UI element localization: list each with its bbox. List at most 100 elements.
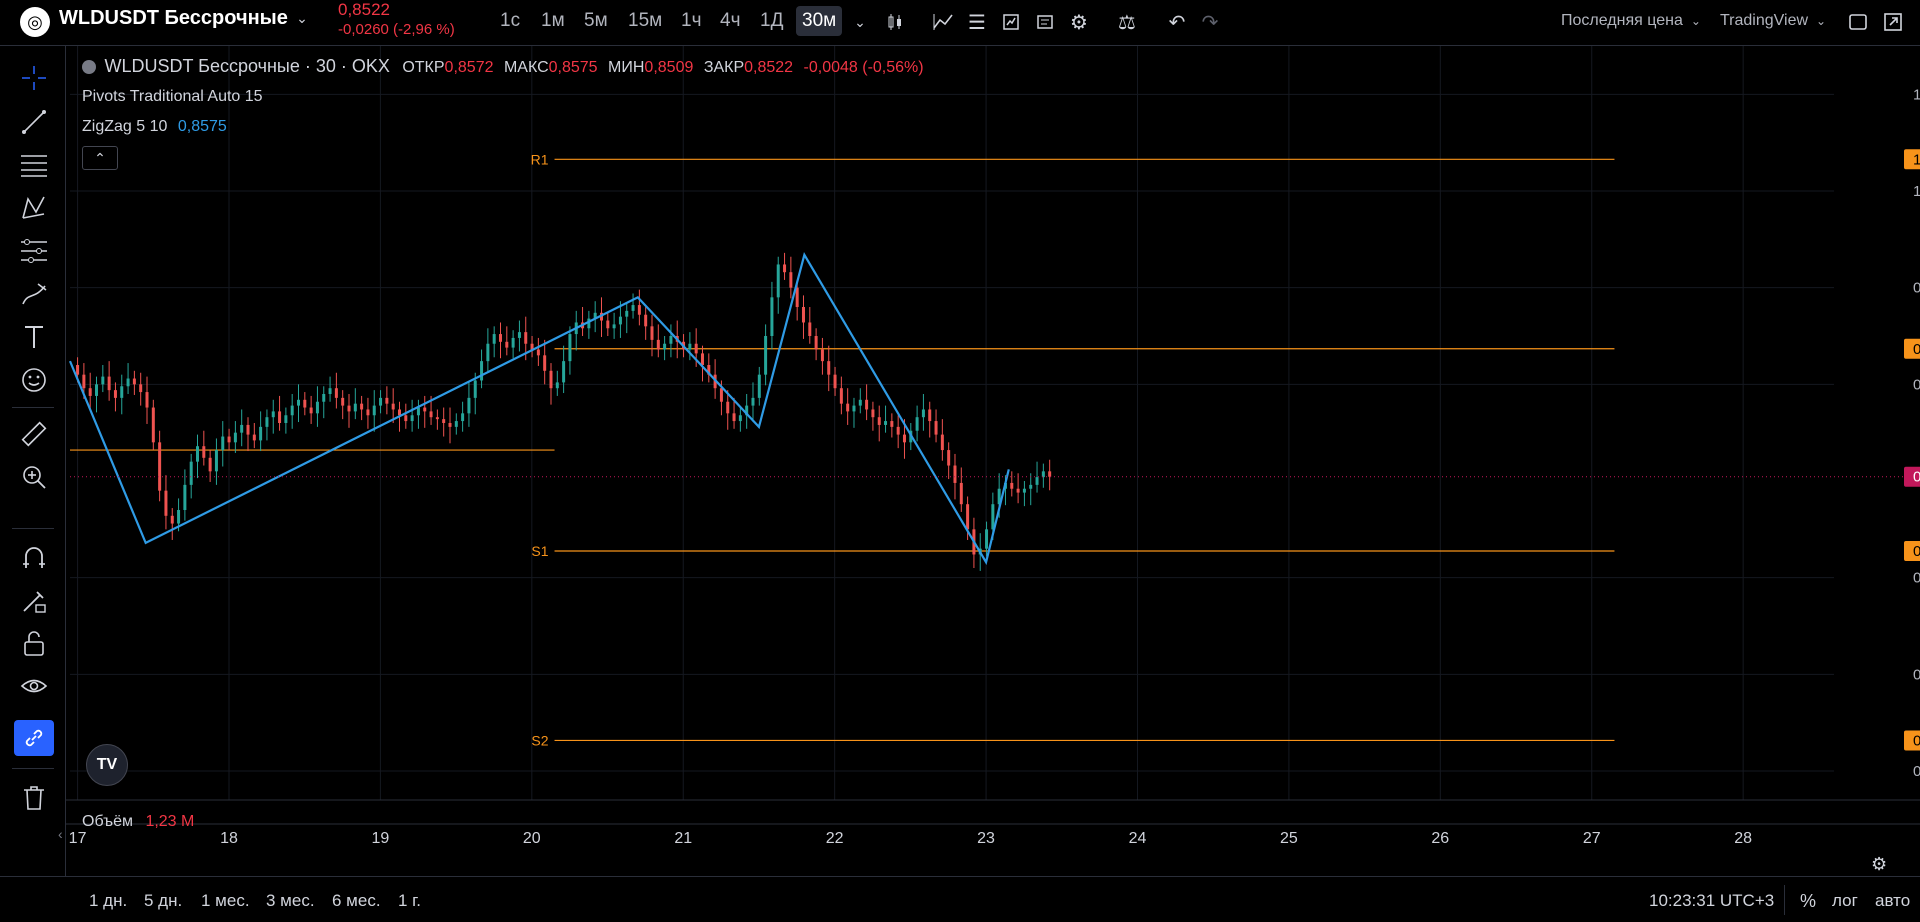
- fullscreen-icon[interactable]: [1843, 7, 1873, 37]
- ruler-icon[interactable]: [14, 416, 54, 452]
- candle-body: [505, 341, 509, 348]
- candle-body: [757, 374, 761, 398]
- alert-icon[interactable]: [996, 7, 1026, 37]
- price-type-dropdown[interactable]: Последняя цена ⌄: [1561, 8, 1701, 34]
- layouts-icon[interactable]: ☰: [962, 7, 992, 37]
- price-chart[interactable]: R1 1,0164 0,9184 S1 0,8138 S2 0,7158 0,8522 1,0…: [66, 46, 1920, 876]
- candle-body: [663, 343, 667, 350]
- volume-legend[interactable]: Объём 1,23 M: [82, 813, 194, 831]
- y-axis-tick-label: 1,0000: [1913, 183, 1920, 200]
- brush-icon[interactable]: [14, 276, 54, 312]
- range-1d[interactable]: 1 дн.: [89, 891, 127, 911]
- y-axis-tick-label: 0,9000: [1913, 376, 1920, 393]
- candle-body: [776, 264, 780, 298]
- lock-draw-icon[interactable]: [14, 583, 54, 619]
- candle-body: [416, 407, 420, 416]
- candle-body: [322, 394, 326, 402]
- compare-scale-icon[interactable]: ⚖: [1112, 7, 1142, 37]
- candle-body: [183, 484, 187, 510]
- interval-1s[interactable]: 1с: [494, 6, 526, 36]
- range-6m[interactable]: 6 мес.: [332, 891, 381, 911]
- auto-toggle[interactable]: авто: [1875, 891, 1910, 911]
- y-axis-tick-label: 0,7500: [1913, 666, 1920, 683]
- x-axis-tick-label: 25: [1280, 830, 1298, 847]
- range-5d[interactable]: 5 дн.: [144, 891, 182, 911]
- interval-1h[interactable]: 1ч: [675, 6, 707, 36]
- magnet-icon[interactable]: [14, 540, 54, 576]
- x-axis-tick-label: 23: [977, 830, 995, 847]
- candle-body: [871, 409, 875, 418]
- x-axis-tick-label: 28: [1734, 830, 1752, 847]
- candle-body: [656, 339, 660, 350]
- collapse-toolbar-icon[interactable]: ‹: [58, 826, 63, 842]
- candle-body: [568, 334, 572, 362]
- redo-icon[interactable]: ↷: [1195, 7, 1225, 37]
- undo-icon[interactable]: ↶: [1162, 7, 1192, 37]
- low-value: 0,8509: [644, 59, 694, 76]
- log-toggle[interactable]: лог: [1832, 891, 1858, 911]
- interval-4h[interactable]: 4ч: [714, 6, 746, 36]
- interval-15m[interactable]: 15м: [622, 6, 668, 36]
- x-axis-tick-label: 22: [826, 830, 844, 847]
- replay-icon[interactable]: [1030, 7, 1060, 37]
- candle-body: [385, 397, 389, 404]
- candle-body: [985, 529, 989, 549]
- forecast-icon[interactable]: [14, 233, 54, 269]
- pivots-legend[interactable]: Pivots Traditional Auto 15: [82, 88, 263, 106]
- crosshair-icon[interactable]: [14, 60, 54, 96]
- gear-icon[interactable]: ⚙: [1871, 854, 1887, 875]
- zoom-in-icon[interactable]: [14, 459, 54, 495]
- collapse-legend-button[interactable]: ⌃: [82, 146, 118, 170]
- legend-title[interactable]: WLDUSDT Бессрочные · 30 · OKX: [104, 56, 389, 76]
- candle-body: [865, 399, 869, 410]
- range-3m[interactable]: 3 мес.: [266, 891, 315, 911]
- candle-body: [839, 388, 843, 404]
- candle-body: [410, 415, 414, 422]
- candle-body: [498, 334, 502, 342]
- popout-icon[interactable]: [1878, 7, 1908, 37]
- clock[interactable]: 10:23:31 UTC+3: [1649, 891, 1774, 911]
- interval-5m[interactable]: 5м: [578, 6, 614, 36]
- low-label: МИН: [608, 59, 645, 76]
- percent-toggle[interactable]: %: [1800, 891, 1816, 912]
- interval-chevron-icon[interactable]: ⌄: [846, 7, 874, 37]
- chevron-down-icon[interactable]: ⌄: [292, 8, 312, 28]
- trash-icon[interactable]: [14, 780, 54, 816]
- symbol-legend-icon: [82, 60, 96, 74]
- link-icon[interactable]: [14, 720, 54, 756]
- y-axis-tick-label: 1,0500: [1913, 86, 1920, 103]
- emoji-icon[interactable]: [14, 362, 54, 398]
- candle-body: [726, 401, 730, 414]
- candle-body: [347, 405, 351, 412]
- candle-body: [341, 397, 345, 406]
- candle-body: [158, 442, 162, 491]
- candles-icon[interactable]: [880, 7, 910, 37]
- eye-icon[interactable]: [14, 669, 54, 705]
- candle-body: [618, 316, 622, 325]
- chart-area[interactable]: R1 1,0164 0,9184 S1 0,8138 S2 0,7158 0,8522 1,0…: [66, 46, 1920, 876]
- candle-body: [467, 397, 471, 414]
- candle-body: [95, 384, 99, 396]
- range-1y[interactable]: 1 г.: [398, 891, 421, 911]
- lock-icon[interactable]: [14, 626, 54, 662]
- close-value: 0,8522: [744, 59, 794, 76]
- interval-1d[interactable]: 1Д: [754, 6, 789, 36]
- zigzag-legend[interactable]: ZigZag 5 10 0,8575: [82, 118, 227, 136]
- symbol-name[interactable]: WLDUSDT Бессрочные: [59, 6, 288, 30]
- x-axis-tick-label: 20: [523, 830, 541, 847]
- interval-1m[interactable]: 1м: [535, 6, 571, 36]
- text-icon[interactable]: [14, 319, 54, 355]
- pattern-icon[interactable]: [14, 190, 54, 226]
- candle-body: [884, 421, 888, 425]
- indicators-icon[interactable]: [928, 7, 958, 37]
- trend-line-icon[interactable]: [14, 104, 54, 140]
- gear-icon[interactable]: ⚙: [1064, 7, 1094, 37]
- range-1m[interactable]: 1 мес.: [201, 891, 250, 911]
- interval-30m[interactable]: 30м: [796, 6, 843, 36]
- candle-body: [801, 307, 805, 323]
- candle-body: [278, 411, 282, 423]
- brand-dropdown[interactable]: TradingView ⌄: [1720, 8, 1826, 34]
- candle-body: [846, 403, 850, 412]
- tradingview-logo-icon[interactable]: TV: [86, 744, 128, 786]
- fib-lines-icon[interactable]: [14, 147, 54, 183]
